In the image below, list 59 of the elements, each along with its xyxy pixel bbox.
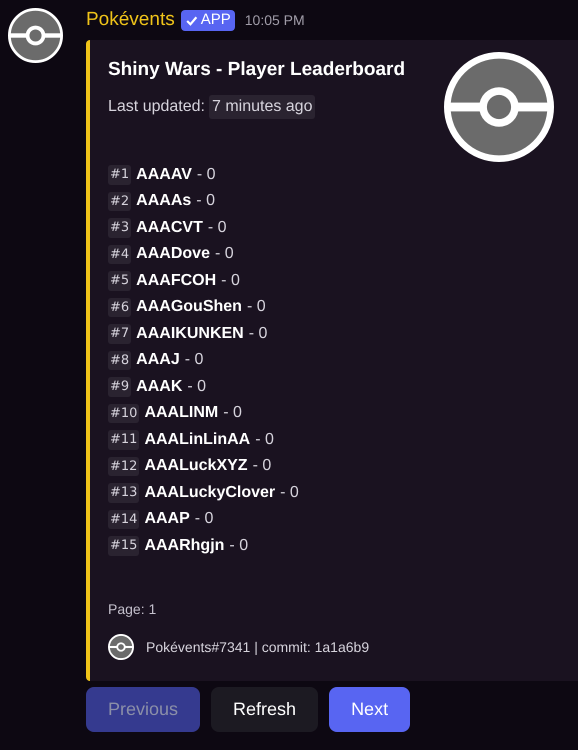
player-score: - 0 <box>214 244 234 264</box>
rank-chip: #2 <box>108 192 132 211</box>
thumbnail-icon <box>444 52 554 162</box>
player-name: AAARhgjn <box>144 536 224 556</box>
rank-chip: #6 <box>108 298 132 317</box>
footer-text: Pokévents#7341 | commit: 1a1a6b9 <box>146 638 370 657</box>
action-button[interactable]: Next <box>329 687 410 732</box>
page-label: Page: 1 <box>108 600 158 619</box>
player-score: - 0 <box>248 324 268 344</box>
player-name: AAAAV <box>136 164 192 185</box>
action-button[interactable]: Refresh <box>211 687 318 732</box>
rank-chip: #3 <box>108 218 132 238</box>
player-score: - 0 <box>246 297 266 318</box>
rank-chip: #4 <box>108 244 132 264</box>
footer-icon <box>108 634 134 660</box>
player-score: - 0 <box>229 536 248 556</box>
player-score: - 0 <box>223 403 242 424</box>
rank-chip: #9 <box>108 377 132 396</box>
rank-chip: #8 <box>108 350 132 370</box>
player-name: AAADove <box>136 244 210 264</box>
author-name[interactable]: Pokévents <box>86 6 175 34</box>
player-score: - 0 <box>221 270 240 291</box>
rank-chip: #10 <box>108 404 140 423</box>
player-score: - 0 <box>184 350 204 370</box>
embed-title: Shiny Wars - Player Leaderboard <box>108 58 406 82</box>
rank-chip: #1 <box>108 165 132 184</box>
player-name: AAALINM <box>144 403 218 424</box>
rank-chip: #7 <box>108 324 132 344</box>
player-score: - 0 <box>280 482 299 503</box>
rank-chip: #11 <box>108 430 140 450</box>
rank-chip: #5 <box>108 271 132 290</box>
player-score: - 0 <box>187 376 206 397</box>
player-score: - 0 <box>252 456 272 476</box>
player-name: AAALuckXYZ <box>144 456 248 476</box>
player-score: - 0 <box>255 430 274 450</box>
player-score: - 0 <box>196 164 216 185</box>
player-name: AAAP <box>144 509 190 530</box>
player-name: AAAK <box>136 376 182 397</box>
player-name: AAALinLinAA <box>144 430 250 450</box>
player-name: AAAIKUNKEN <box>136 324 244 344</box>
player-name: AAACVT <box>136 218 203 238</box>
rank-chip: #14 <box>108 510 140 529</box>
app-badge: APP <box>180 10 235 30</box>
avatar-icon <box>8 8 63 63</box>
check-icon <box>184 14 198 26</box>
player-name: AAAGouShen <box>136 297 242 318</box>
player-name: AAALuckyClover <box>144 482 276 503</box>
player-name: AAAAs <box>136 191 192 212</box>
player-score: - 0 <box>208 218 227 238</box>
player-score: - 0 <box>194 509 214 530</box>
updated-label: Last updated: <box>108 96 205 116</box>
player-name: AAAJ <box>136 350 180 370</box>
rank-chip: #13 <box>108 483 140 502</box>
rank-chip: #15 <box>108 536 140 556</box>
player-score: - 0 <box>196 191 215 212</box>
updated-time: 7 minutes ago <box>208 94 316 118</box>
player-name: AAAFCOH <box>136 270 216 291</box>
timestamp: 10:05 PM <box>244 10 305 30</box>
rank-chip: #12 <box>108 456 140 476</box>
